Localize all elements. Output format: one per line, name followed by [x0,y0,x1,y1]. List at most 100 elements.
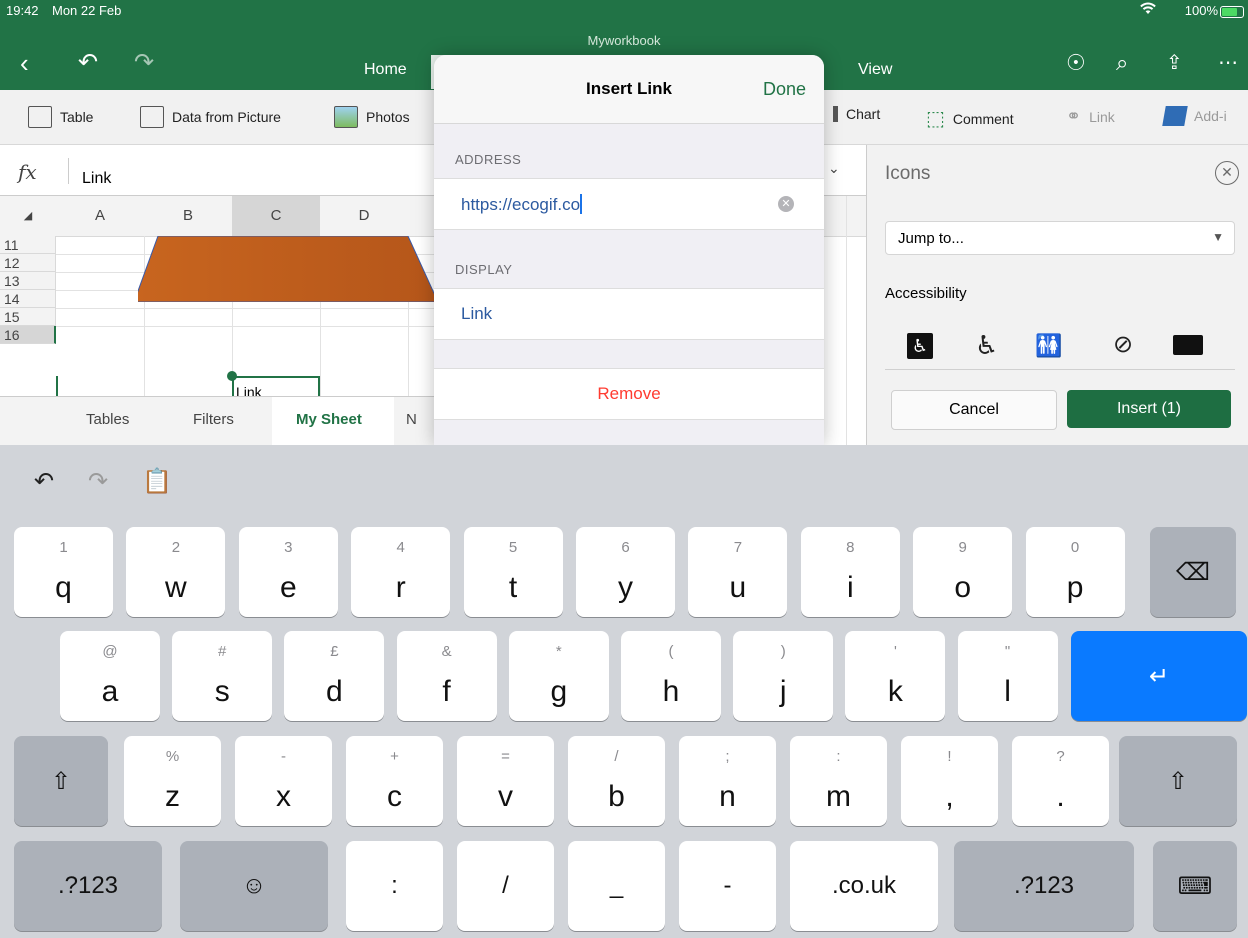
undo-icon[interactable]: ↶ [78,50,98,76]
close-icon[interactable]: ✕ [1215,161,1239,185]
column-header-b[interactable]: B [144,196,233,237]
key-e[interactable]: 3e [238,527,338,617]
battery-icon [1220,6,1244,18]
wheelchair-icon[interactable]: ♿ [907,333,933,359]
display-value[interactable]: Link [461,304,492,324]
spreadsheet-grid-right[interactable]: ⌄ [824,145,866,446]
row-header-14[interactable]: 14 [0,290,56,308]
tab-view[interactable]: View [858,61,892,79]
key-row3-3[interactable]: = v [457,736,554,826]
search-icon[interactable]: ⌕ [1116,50,1128,76]
back-icon[interactable]: ‹ [20,50,29,76]
row-header-12[interactable]: 12 [0,254,56,272]
sheet-tab-filters[interactable]: Filters [193,411,234,428]
tab-home[interactable]: Home [364,61,407,79]
column-header-a[interactable]: A [56,196,145,237]
key-a[interactable]: @ a [60,631,160,721]
key-row3-2[interactable]: + c [346,736,443,826]
share-icon[interactable]: ⇪ [1166,50,1183,76]
key-row3-1[interactable]: -x [235,736,332,826]
done-button[interactable]: Done [763,79,806,100]
chart-button[interactable]: Chart [826,106,880,122]
column-header-c[interactable]: C [232,196,321,238]
key-s[interactable]: # s [172,631,273,721]
key-j[interactable]: ) j [733,631,834,721]
row-header-15[interactable]: 15 [0,308,56,326]
more-icon[interactable]: ⋯ [1218,50,1238,76]
key-q[interactable]: 1q [14,527,113,617]
family-accessibility-icon[interactable]: 🚻 [1035,333,1062,359]
colon-key[interactable]: : [346,841,443,931]
formula-bar[interactable]: fx [0,145,434,196]
key-row3-6[interactable]: :m [790,736,887,826]
table-button[interactable]: Table [28,106,93,128]
emoji-key[interactable]: ☺ [180,841,328,931]
key-row3-0[interactable]: % z [124,736,221,826]
trapezoid-shape[interactable] [138,236,434,302]
link-button[interactable]: ⚭ Link [1066,106,1115,127]
sheet-tab-next[interactable]: N [406,411,417,428]
address-value[interactable]: https://ecogif.co [461,195,580,214]
lightbulb-icon[interactable]: ☉ [1066,50,1086,76]
key-row3-7[interactable]: !, [901,736,998,826]
selection-handle[interactable] [227,371,237,381]
key-y[interactable]: 6y [576,527,675,617]
captioning-icon[interactable] [1173,335,1203,355]
jump-to-dropdown[interactable]: Jump to... ▼ [885,221,1235,255]
key-k[interactable]: ' k [845,631,946,721]
select-all-corner[interactable]: ◢ [0,196,57,237]
column-header-d[interactable]: D [320,196,409,237]
paste-icon[interactable]: 📋 [142,467,172,496]
key-row3-8[interactable]: ?. [1012,736,1109,826]
row-header-11[interactable]: 11 [0,236,56,254]
insert-button[interactable]: Insert (1) [1067,390,1231,428]
return-key[interactable]: ↵ [1071,631,1247,721]
formula-value[interactable]: Link [82,170,111,188]
keyboard-undo-icon[interactable]: ↶ [34,467,54,496]
column-header-e[interactable] [408,196,434,237]
key-g[interactable]: * g [508,631,609,721]
address-field[interactable]: https://ecogif.co ✕ [434,178,824,230]
chevron-down-icon[interactable]: ⌄ [828,160,840,177]
spreadsheet-grid[interactable]: ◢ A B C D 11 12 13 14 15 16 Link [0,196,434,396]
sheet-tab-tables[interactable]: Tables [86,411,129,428]
redo-icon[interactable]: ↷ [134,50,154,76]
shift-key-left[interactable]: ⇧ [14,736,108,826]
key-l[interactable]: " l [957,631,1058,721]
key-h[interactable]: (h [621,631,721,721]
row-header-16[interactable]: 16 [0,326,56,344]
underscore-key[interactable]: _ [568,841,665,931]
cancel-button[interactable]: Cancel [891,390,1057,430]
numbers-key-left[interactable]: .?123 [14,841,162,931]
key-o[interactable]: 9o [913,527,1013,617]
clear-icon[interactable]: ✕ [778,196,794,212]
key-row3-4[interactable]: / b [568,736,665,826]
sheet-tab-my-sheet[interactable]: My Sheet [296,411,362,428]
key-f[interactable]: & f [396,631,497,721]
numbers-key-right[interactable]: .?123 [954,841,1134,931]
slash-key[interactable]: / [457,841,554,931]
key-p[interactable]: 0p [1025,527,1125,617]
hearing-impaired-icon[interactable]: ⊘ [1113,330,1133,359]
key-r[interactable]: 4r [351,527,451,617]
key-row3-5[interactable]: ; n [679,736,776,826]
addins-button[interactable]: Add-i [1162,106,1227,126]
active-wheelchair-icon[interactable]: ♿ [975,330,998,361]
remove-link-button[interactable]: Remove [434,368,824,420]
domain-key[interactable]: .co.uk [790,841,938,931]
backspace-key[interactable]: ⌫ [1150,527,1236,617]
key-t[interactable]: 5t [463,527,563,617]
keyboard-redo-icon[interactable]: ↷ [88,467,108,496]
photos-button[interactable]: Photos [334,106,410,128]
shift-key-right[interactable]: ⇧ [1119,736,1237,826]
key-d[interactable]: £ d [284,631,385,721]
key-w[interactable]: 2w [126,527,226,617]
key-i[interactable]: 8i [800,527,900,617]
dash-key[interactable]: - [679,841,776,931]
comment-button[interactable]: ⬚ Comment [926,106,1014,131]
data-from-picture-button[interactable]: Data from Picture [140,106,281,128]
display-field[interactable]: Link [434,288,824,340]
row-header-13[interactable]: 13 [0,272,56,290]
key-u[interactable]: 7u [688,527,788,617]
hide-keyboard-key[interactable]: ⌨ [1153,841,1237,931]
